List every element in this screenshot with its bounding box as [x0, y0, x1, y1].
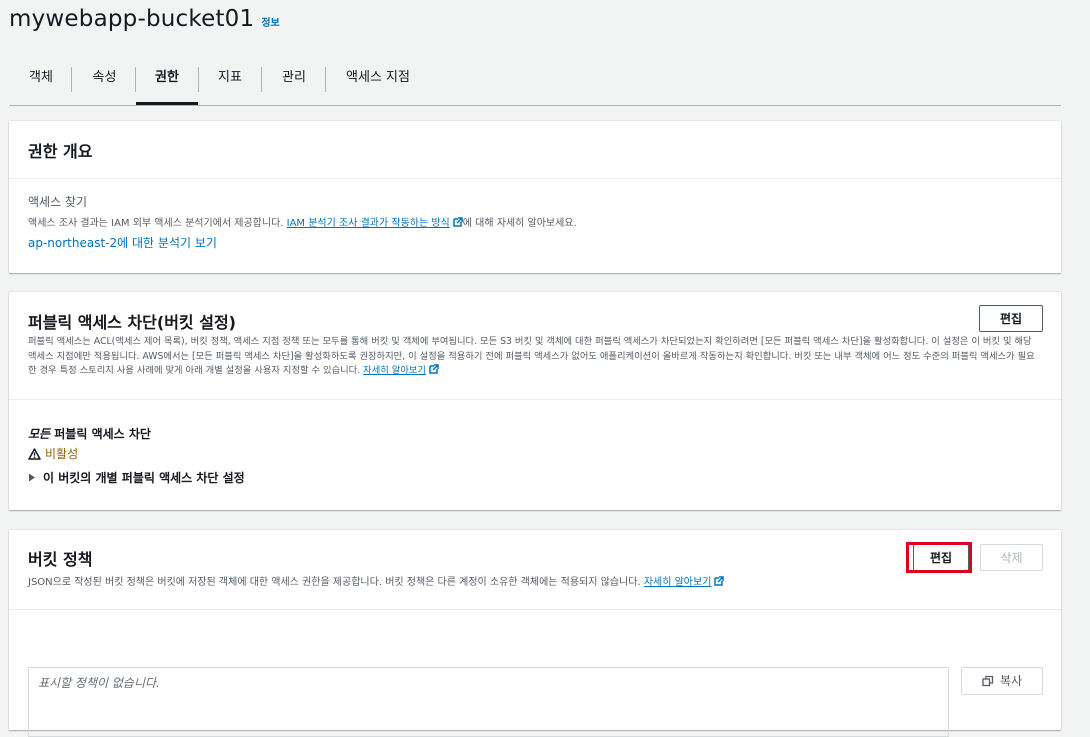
panel-title: 퍼블릭 액세스 차단(버킷 설정)	[28, 313, 236, 332]
copy-icon	[982, 675, 994, 687]
tab-permissions[interactable]: 권한	[136, 58, 198, 105]
warning-icon	[28, 447, 41, 460]
policy-viewer[interactable]: 표시할 정책이 없습니다.	[28, 667, 949, 737]
block-public-access-description: 퍼블릭 액세스는 ACL(액세스 제어 목록), 버킷 정책, 액세스 지점 정…	[28, 335, 1043, 379]
highlight-box	[906, 542, 972, 573]
empty-policy-text: 표시할 정책이 없습니다.	[38, 676, 160, 690]
block-all-label: 모든 퍼블릭 액세스 차단	[28, 425, 151, 442]
learn-more-link[interactable]: 자세히 알아보기	[363, 365, 426, 376]
tab-divider	[71, 67, 72, 92]
info-link[interactable]: 정보	[261, 14, 279, 29]
external-link-icon	[453, 217, 463, 227]
panel-header: 버킷 정책 편집 삭제 JSON으로 작성된 버킷 정책은 버킷에 저장된 객체…	[9, 530, 1061, 610]
description-text: JSON으로 작성된 버킷 정책은 버킷에 저장된 객체에 대한 액세스 권한을…	[28, 577, 641, 588]
tab-divider	[198, 67, 199, 92]
panel-title: 권한 개요	[28, 142, 93, 161]
status-badge: 비활성	[45, 447, 79, 461]
external-link-icon	[429, 364, 439, 374]
bucket-title: mywebapp-bucket01	[9, 6, 255, 32]
iam-analyzer-link[interactable]: IAM 분석기 조사 결과가 작동하는 방식	[287, 218, 450, 229]
tab-properties[interactable]: 속성	[81, 58, 128, 102]
copy-label: 복사	[999, 673, 1023, 688]
learn-more-link[interactable]: 자세히 알아보기	[644, 577, 712, 588]
tab-access-points[interactable]: 액세스 지점	[335, 58, 421, 102]
description-text: 퍼블릭 액세스는 ACL(액세스 제어 목록), 버킷 정책, 액세스 지점 정…	[28, 336, 1035, 376]
block-all-italic: 모든	[28, 427, 51, 441]
tab-management[interactable]: 관리	[271, 58, 317, 102]
edit-button[interactable]: 편집	[979, 305, 1043, 332]
permissions-overview-panel: 권한 개요 액세스 찾기 액세스 조사 결과는 IAM 외부 액세스 분석기에서…	[9, 121, 1061, 273]
expand-settings-label: 이 버킷의 개별 퍼블릭 액세스 차단 설정	[43, 471, 245, 485]
expand-settings-toggle[interactable]: 이 버킷의 개별 퍼블릭 액세스 차단 설정	[28, 469, 245, 486]
access-findings-description: 액세스 조사 결과는 IAM 외부 액세스 분석기에서 제공합니다. IAM 분…	[28, 216, 577, 231]
bucket-policy-panel: 버킷 정책 편집 삭제 JSON으로 작성된 버킷 정책은 버킷에 저장된 객체…	[9, 530, 1061, 737]
tab-divider	[325, 67, 326, 92]
status-row: 비활성	[28, 445, 78, 462]
panel-header: 권한 개요	[9, 121, 1061, 179]
block-all-rest: 퍼블릭 액세스 차단	[50, 427, 151, 441]
bucket-policy-description: JSON으로 작성된 버킷 정책은 버킷에 저장된 객체에 대한 액세스 권한을…	[28, 575, 725, 590]
external-link-icon	[714, 576, 725, 586]
panel-header: 퍼블릭 액세스 차단(버킷 설정) 편집 퍼블릭 액세스는 ACL(액세스 제어…	[9, 292, 1061, 400]
description-suffix: 에 대해 자세히 알아보세요.	[462, 218, 577, 229]
delete-button[interactable]: 삭제	[980, 544, 1043, 571]
panel-title: 버킷 정책	[28, 550, 93, 569]
copy-button[interactable]: 복사	[961, 667, 1043, 695]
tab-divider	[261, 67, 262, 92]
tab-objects[interactable]: 객체	[20, 58, 62, 102]
access-findings-label: 액세스 찾기	[28, 195, 88, 209]
view-analyzer-link[interactable]: ap-northeast-2에 대한 분석기 보기	[28, 234, 217, 251]
block-public-access-panel: 퍼블릭 액세스 차단(버킷 설정) 편집 퍼블릭 액세스는 ACL(액세스 제어…	[9, 292, 1061, 510]
tab-metrics[interactable]: 지표	[208, 58, 252, 102]
page-header: mywebapp-bucket01 정보	[9, 6, 280, 32]
description-text: 액세스 조사 결과는 IAM 외부 액세스 분석기에서 제공합니다.	[28, 218, 284, 229]
caret-right-icon	[29, 473, 35, 482]
tab-bar: 객체 속성 권한 지표 관리 액세스 지점	[9, 58, 1061, 106]
